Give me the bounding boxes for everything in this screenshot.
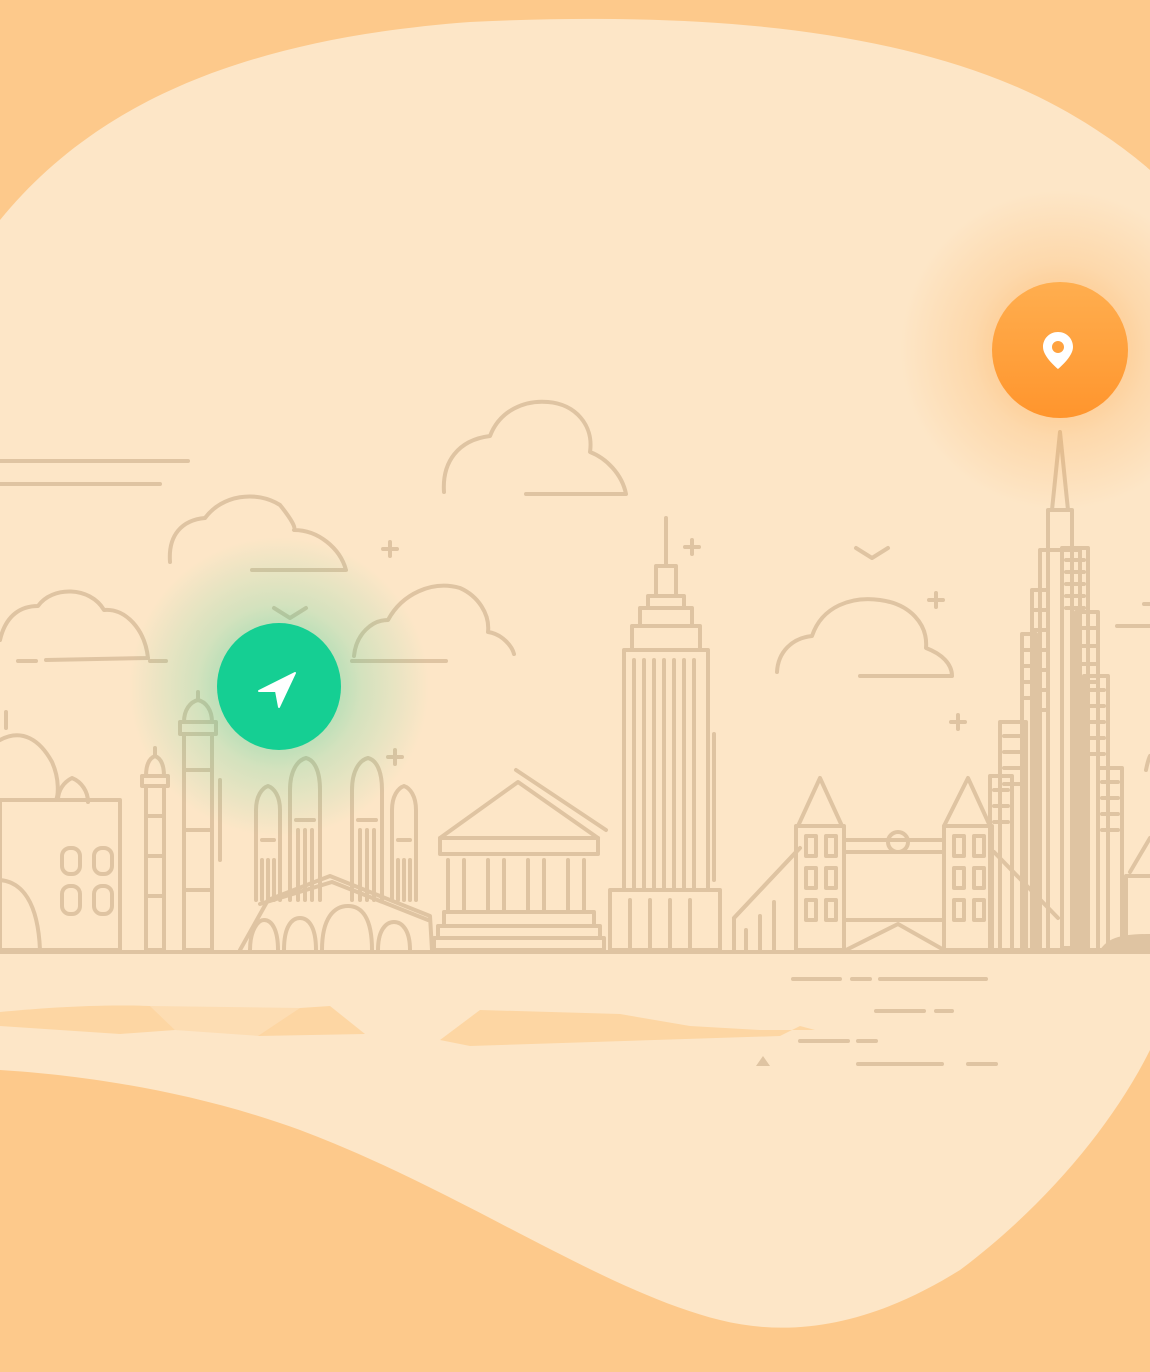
location-marker-circle (992, 282, 1128, 418)
location-marker[interactable] (992, 282, 1128, 418)
location-marker-disc (992, 282, 1128, 418)
navigation-marker-disc (217, 623, 341, 750)
city-skyline-illustration (0, 0, 1150, 1372)
navigation-marker[interactable] (217, 623, 341, 750)
illustration-stage (0, 0, 1150, 1372)
